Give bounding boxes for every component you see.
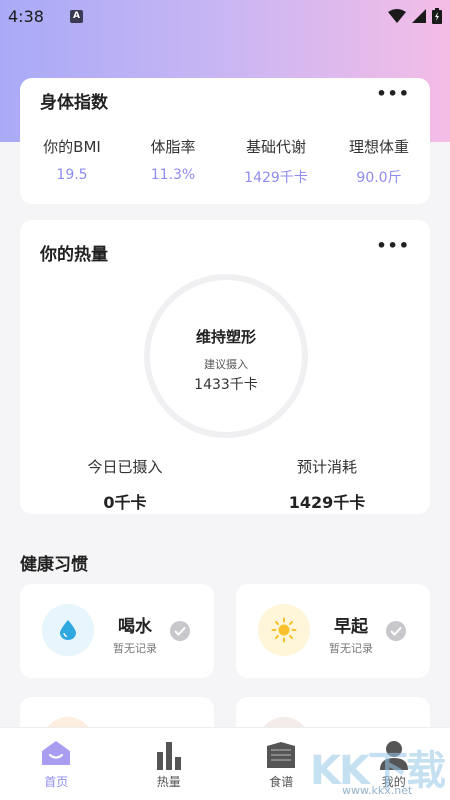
metric-bmr: 基础代谢 1429千卡	[221, 136, 331, 187]
home-icon	[42, 741, 71, 765]
ring-recommended-value: 1433千卡	[194, 377, 258, 393]
notification-badge-icon: A	[69, 9, 83, 23]
status-icons	[388, 8, 442, 24]
person-icon	[379, 741, 408, 770]
burn-value: 1429千卡	[288, 493, 366, 512]
habit-name: 喝水	[118, 617, 152, 637]
battery-icon	[432, 8, 442, 24]
tab-label: 首页	[44, 775, 69, 789]
sun-icon	[271, 617, 297, 643]
calorie-ring[interactable]: 维持塑形 建议摄入 1433千卡	[144, 274, 308, 438]
habits-section-title: 健康习惯	[20, 555, 88, 575]
ring-goal-title: 维持塑形	[195, 328, 256, 346]
bar-chart-icon	[156, 742, 181, 770]
tab-calories[interactable]: 热量	[113, 728, 226, 800]
check-icon[interactable]	[170, 621, 190, 641]
metric-label: 基础代谢	[245, 138, 306, 156]
metric-value: 19.5	[56, 167, 88, 183]
calories-title: 你的热量	[40, 245, 108, 265]
metric-label: 体脂率	[150, 138, 196, 156]
water-drop-icon	[60, 620, 76, 640]
tab-home[interactable]: 首页	[0, 728, 113, 800]
habit-card-early-rise[interactable]: 早起 暂无记录	[236, 584, 430, 678]
wifi-icon	[388, 9, 406, 23]
metric-value: 90.0斤	[356, 170, 402, 186]
ring-subtitle: 建议摄入	[204, 358, 248, 371]
habit-name: 早起	[334, 617, 368, 637]
body-index-more-button[interactable]: •••	[376, 84, 410, 103]
metric-body-fat: 体脂率 11.3%	[118, 136, 228, 183]
habit-card-water[interactable]: 喝水 暂无记录	[20, 584, 214, 678]
metric-ideal-weight: 理想体重 90.0斤	[324, 136, 434, 187]
tab-label: 热量	[156, 775, 181, 789]
intake-label: 今日已摄入	[87, 458, 163, 476]
metric-value: 11.3%	[150, 167, 196, 183]
metric-label: 理想体重	[348, 138, 409, 156]
calories-card: 你的热量 ••• 维持塑形 建议摄入 1433千卡 今日已摄入 0千卡 预计消耗…	[20, 220, 430, 514]
metric-bmi: 你的BMI 19.5	[17, 136, 127, 183]
tab-profile[interactable]: 我的	[338, 728, 450, 800]
tab-label: 我的	[381, 775, 406, 789]
metric-label: 你的BMI	[43, 138, 101, 156]
burn-summary: 预计消耗 1429千卡	[237, 456, 417, 513]
habit-status: 暂无记录	[329, 642, 373, 655]
tab-label: 食谱	[269, 775, 294, 789]
body-index-title: 身体指数	[40, 93, 108, 113]
cell-signal-icon	[412, 9, 426, 23]
bottom-tab-bar: 首页 热量 食谱 我的	[0, 727, 450, 800]
calories-more-button[interactable]: •••	[376, 236, 410, 255]
habit-icon-circle	[258, 604, 310, 656]
intake-value: 0千卡	[103, 493, 147, 512]
burn-label: 预计消耗	[296, 458, 357, 476]
intake-summary: 今日已摄入 0千卡	[35, 456, 215, 513]
habit-icon-circle	[42, 604, 94, 656]
metric-value: 1429千卡	[244, 170, 308, 186]
check-icon[interactable]	[386, 621, 406, 641]
habit-status: 暂无记录	[113, 642, 157, 655]
recipe-book-icon	[267, 742, 296, 768]
body-index-card: 身体指数 ••• 你的BMI 19.5 体脂率 11.3% 基础代谢 1429千…	[20, 78, 430, 204]
status-bar: 4:38 A	[0, 0, 450, 32]
status-time: 4:38	[8, 6, 44, 26]
tab-recipes[interactable]: 食谱	[225, 728, 338, 800]
